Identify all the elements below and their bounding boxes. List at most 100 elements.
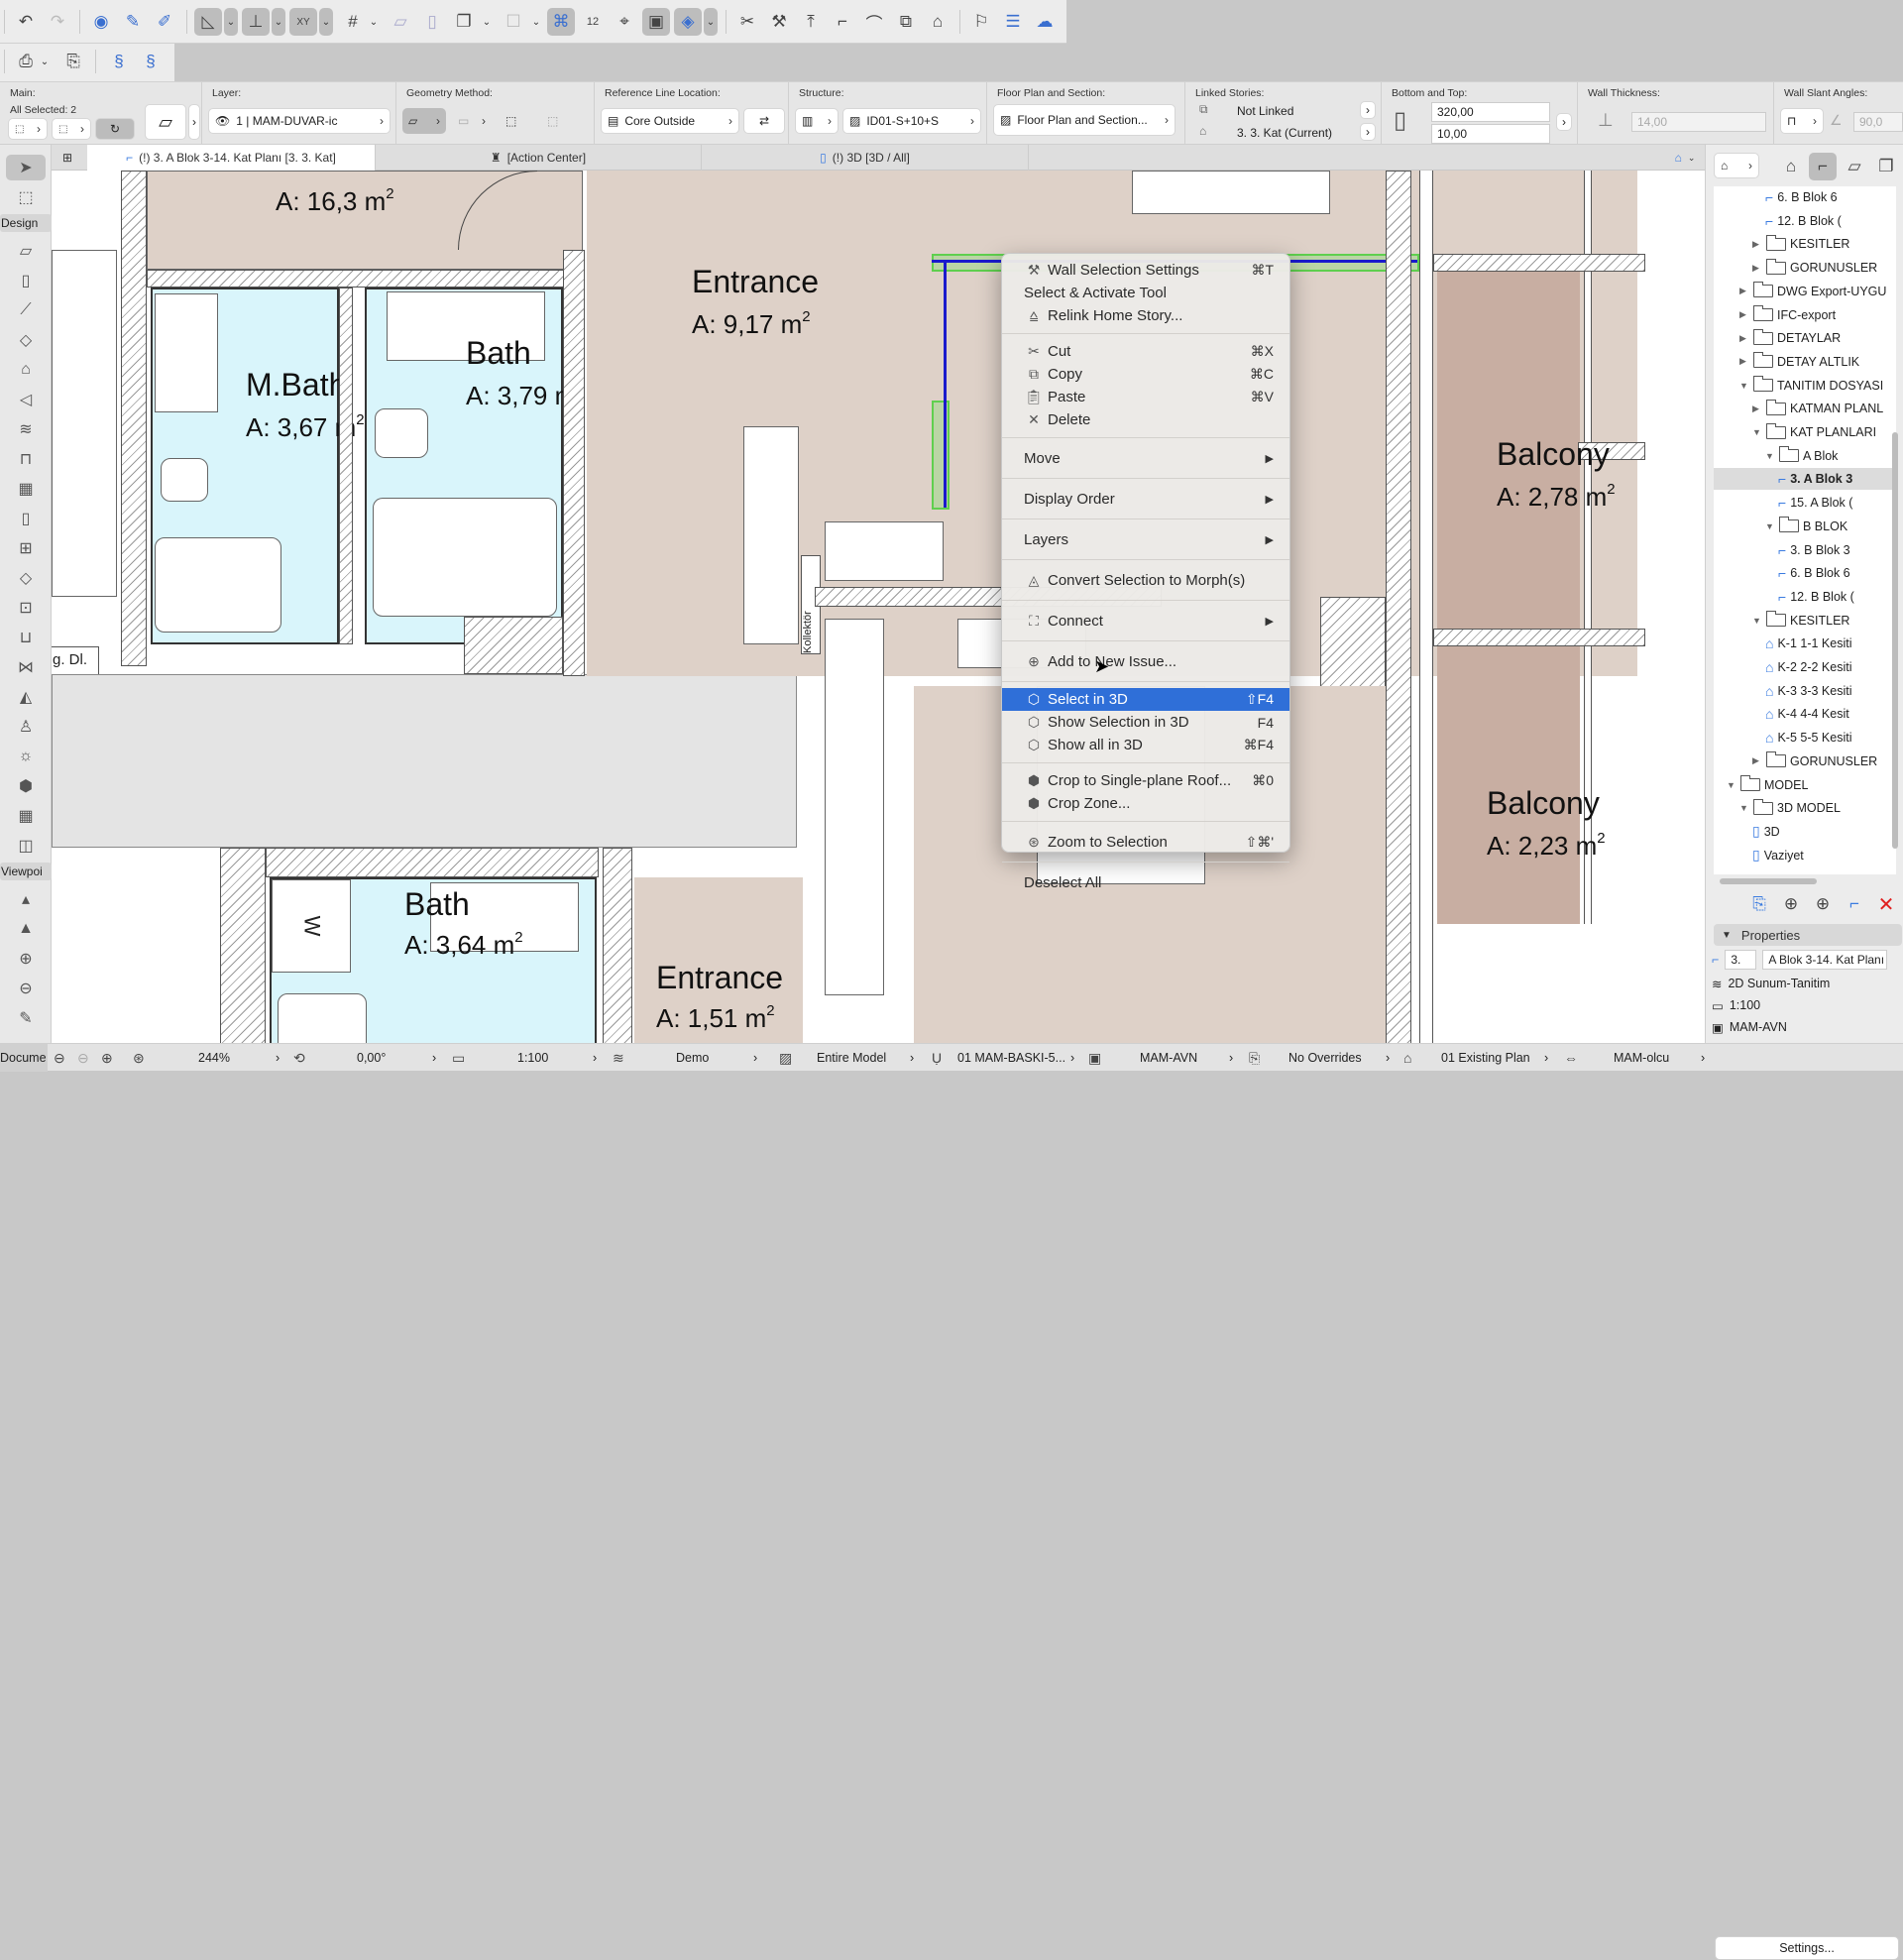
snap-guides-dropdown[interactable]: ⌄ bbox=[272, 8, 285, 36]
menu-item-paste[interactable]: 📋︎ Paste ⌘V bbox=[1002, 386, 1289, 408]
chevron-right-icon[interactable]: › bbox=[1386, 1044, 1390, 1072]
tree-folder[interactable]: ▶ DWG Export-UYGU bbox=[1714, 281, 1896, 302]
pick-up-button[interactable]: ↻ bbox=[95, 118, 135, 140]
tree-folder[interactable]: ▼ B BLOK bbox=[1714, 516, 1896, 537]
tree-view-item[interactable]: ⌂ K-1 1-1 Kesiti bbox=[1714, 633, 1896, 654]
tree-view-item[interactable]: ⌐ 3. A Blok 3 bbox=[1714, 468, 1896, 491]
selected-wall-left[interactable] bbox=[932, 401, 950, 510]
viewpoint-group-header[interactable]: Viewpoi bbox=[0, 863, 52, 880]
window-tool-icon[interactable]: ⊞ bbox=[6, 535, 46, 561]
view-id-field[interactable]: 3. bbox=[1725, 950, 1757, 970]
grid-snap-dropdown[interactable]: ⌄ bbox=[367, 8, 381, 36]
properties-header[interactable]: ▼ Properties bbox=[1714, 924, 1902, 946]
stair-tool-icon[interactable]: ≋ bbox=[6, 416, 46, 442]
tree-folder[interactable]: ▶ DETAYLAR bbox=[1714, 327, 1896, 349]
suspend-groups-icon[interactable]: ◈ bbox=[674, 8, 702, 36]
guide-lines-dropdown[interactable]: ⌄ bbox=[224, 8, 238, 36]
structure-display-icon[interactable]: ▨ bbox=[779, 1044, 792, 1072]
grid-snap-icon[interactable]: # bbox=[339, 8, 367, 36]
menu-item-crop-roof[interactable]: ⬢ Crop to Single-plane Roof... ⌘0 bbox=[1002, 769, 1289, 792]
wall[interactable] bbox=[563, 250, 585, 676]
roof-tool-icon[interactable]: ⌂ bbox=[6, 357, 46, 383]
balcony-zone[interactable] bbox=[1437, 260, 1580, 924]
floor-plan-canvas[interactable]: g. Dl. A: 16,3 m2 M.Bath A: 3,67 m2 Bath… bbox=[52, 171, 1705, 1043]
menu-item-display-order[interactable]: Display Order ▶ bbox=[1002, 485, 1289, 513]
pen-set-value[interactable]: 01 MAM-BASKI-5... bbox=[957, 1044, 1065, 1072]
shell-tool-icon[interactable]: ◁ bbox=[6, 387, 46, 412]
project-map-icon[interactable]: ⌂ bbox=[1777, 153, 1805, 180]
worksheet-tool-icon[interactable]: ✎ bbox=[6, 1005, 46, 1031]
tree-view-item[interactable]: ⌐ 12. B Blok ( bbox=[1714, 586, 1896, 608]
floorplan-section-button[interactable]: ▨ Floor Plan and Section... › bbox=[993, 104, 1175, 136]
disclosure-closed-icon[interactable]: ▶ bbox=[1752, 239, 1762, 250]
opening-tool-icon[interactable]: ⊡ bbox=[6, 595, 46, 621]
new-folder-icon[interactable]: ⊕ bbox=[1777, 890, 1805, 918]
flag-icon[interactable]: ⚐ bbox=[967, 8, 995, 36]
slant-angle-field[interactable]: 90,0 bbox=[1853, 112, 1903, 132]
beam-tool-icon[interactable]: ⟋ bbox=[6, 297, 46, 323]
tree-folder[interactable]: ▼ 3D MODEL bbox=[1714, 797, 1896, 819]
coordinates-icon[interactable]: XY bbox=[289, 8, 317, 36]
tree-folder[interactable]: ▶ IFC-export bbox=[1714, 304, 1896, 326]
menu-item-add-to-new-issue[interactable]: ⊕ Add to New Issue... bbox=[1002, 647, 1289, 675]
menu-item-select-activate-tool[interactable]: Select & Activate Tool bbox=[1002, 282, 1289, 304]
chevron-right-icon[interactable]: › bbox=[1070, 1044, 1074, 1072]
menu-item-move[interactable]: Move ▶ bbox=[1002, 444, 1289, 472]
layout-book-icon[interactable]: ▱ bbox=[1841, 153, 1868, 180]
wall[interactable] bbox=[220, 848, 266, 1043]
wall-settings-arrow[interactable]: › bbox=[188, 104, 200, 140]
navigator-mode-button[interactable]: ⌂ › bbox=[1714, 153, 1759, 178]
chevron-right-icon[interactable]: › bbox=[1701, 1044, 1705, 1072]
layers-icon[interactable]: ≋ bbox=[613, 1044, 624, 1072]
syringe-icon[interactable]: ✐ bbox=[151, 8, 178, 36]
split-icon[interactable]: ✂ bbox=[733, 8, 761, 36]
tree-folder[interactable]: ▶ GORUNUSLER bbox=[1714, 750, 1896, 772]
geometry-straight-button[interactable]: ▱ › bbox=[402, 108, 446, 134]
graphic-override-icon[interactable]: ⎘ bbox=[1249, 1044, 1260, 1072]
elevation-tool-icon[interactable]: ▲ bbox=[6, 916, 46, 942]
tab-overview-icon[interactable]: ⊞ bbox=[52, 145, 83, 171]
disclosure-closed-icon[interactable]: ▶ bbox=[1739, 333, 1749, 344]
view-map-icon[interactable]: ⌐ bbox=[1809, 153, 1837, 180]
tab-3d[interactable]: ▯ (!) 3D [3D / All] bbox=[702, 145, 1029, 171]
skylight-tool-icon[interactable]: ◇ bbox=[6, 565, 46, 591]
wall[interactable] bbox=[266, 848, 599, 877]
wall-tool-icon[interactable]: ▱ bbox=[6, 238, 46, 264]
menu-item-copy[interactable]: ⧉ Copy ⌘C bbox=[1002, 363, 1289, 386]
disclosure-open-icon[interactable]: ▼ bbox=[1752, 616, 1762, 626]
wall[interactable] bbox=[603, 848, 632, 1043]
menu-item-wall-selection-settings[interactable]: ⚒ Wall Selection Settings ⌘T bbox=[1002, 259, 1289, 282]
tree-folder[interactable]: ▶ KESITLER bbox=[1714, 233, 1896, 255]
delete-icon[interactable]: ✕ bbox=[1872, 890, 1900, 918]
save-view-icon[interactable]: ⎘ bbox=[1745, 890, 1773, 918]
tree-view-item[interactable]: ⌂ K-4 4-4 Kesit bbox=[1714, 703, 1896, 725]
tree-folder[interactable]: ▼ KAT PLANLARI bbox=[1714, 421, 1896, 443]
tree-folder[interactable]: ▶ GORUNUSLER bbox=[1714, 257, 1896, 279]
curve-icon[interactable]: ⌒ bbox=[860, 8, 888, 36]
vertical-plane-icon[interactable]: ▯ bbox=[418, 8, 446, 36]
navigator-vertical-scrollbar[interactable] bbox=[1892, 432, 1898, 849]
layout-icon[interactable]: ❐ bbox=[450, 8, 478, 36]
issue-list-icon[interactable]: ☰ bbox=[999, 8, 1027, 36]
magic-wand-icon[interactable]: ⌘ bbox=[547, 8, 575, 36]
tree-view-item[interactable]: ⌂ K-5 5-5 Kesiti bbox=[1714, 727, 1896, 749]
disclosure-open-icon[interactable]: ▼ bbox=[1765, 451, 1775, 461]
thickness-field[interactable]: 14,00 bbox=[1631, 112, 1766, 132]
tree-folder[interactable]: ▼ KESITLER bbox=[1714, 610, 1896, 632]
height-arrow[interactable]: › bbox=[1556, 113, 1572, 131]
geometry-polygonal-button[interactable]: ⬚ bbox=[500, 108, 533, 134]
wall[interactable] bbox=[147, 270, 583, 288]
geometry-trapezoid-button[interactable]: ▭ › bbox=[452, 108, 492, 134]
shaft[interactable] bbox=[464, 617, 563, 674]
chevron-right-icon[interactable]: › bbox=[432, 1044, 436, 1072]
figure-dropdown[interactable]: ⌄ bbox=[529, 8, 543, 36]
detail-tool-icon[interactable]: ⊖ bbox=[6, 976, 46, 1001]
disclosure-open-icon[interactable]: ▼ bbox=[1765, 521, 1775, 531]
geometry-slanted-button[interactable]: ⬚ bbox=[541, 108, 575, 134]
disclosure-open-icon[interactable]: ▼ bbox=[1739, 803, 1749, 813]
curtain-wall-tool-icon[interactable]: ▦ bbox=[6, 476, 46, 502]
wall[interactable] bbox=[121, 171, 147, 666]
disclosure-closed-icon[interactable]: ▶ bbox=[1752, 755, 1762, 766]
scale-value[interactable]: 1:100 bbox=[517, 1044, 548, 1072]
disclosure-open-icon[interactable]: ▼ bbox=[1739, 381, 1749, 391]
